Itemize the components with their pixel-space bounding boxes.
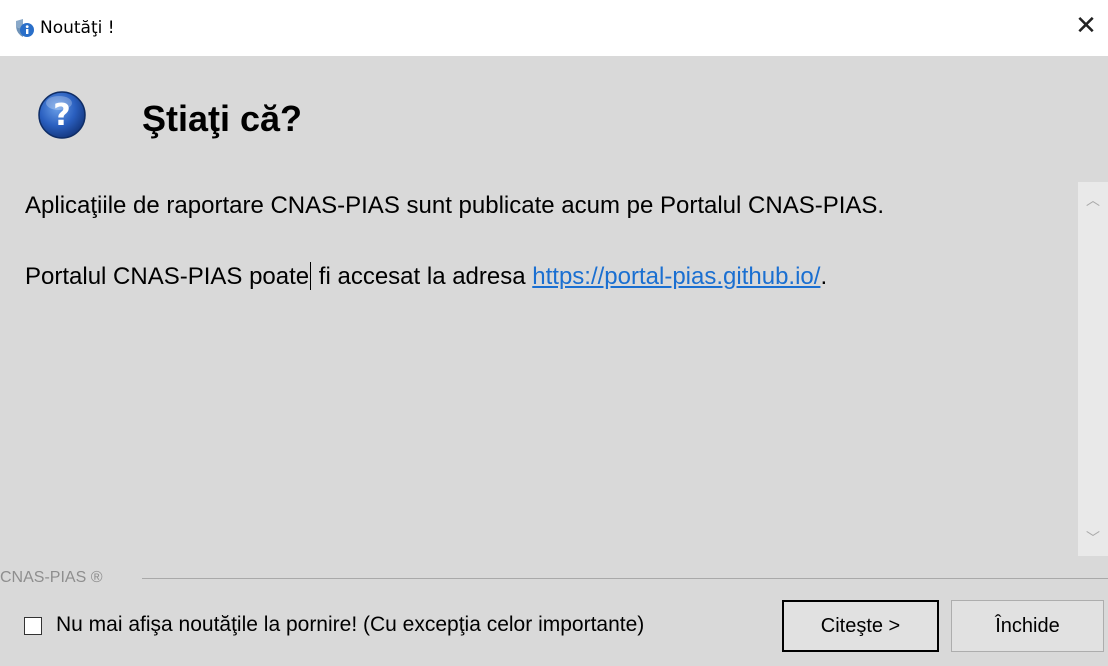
scroll-up-icon[interactable]: ︿ — [1078, 186, 1108, 216]
group-label: CNAS-PIAS ® — [0, 569, 107, 587]
paragraph-2-text-middle: fi accesat la adresa — [312, 263, 533, 290]
news-content-area[interactable]: Aplicaţiile de raportare CNAS-PIAS sunt … — [0, 182, 1078, 556]
group-divider — [142, 578, 1108, 579]
portal-link[interactable]: https://portal-pias.github.io/ — [532, 263, 820, 290]
text-caret — [310, 262, 312, 290]
dialog-heading: Ştiaţi că? — [142, 98, 303, 139]
news-paragraph-2: Portalul CNAS-PIAS poate fi accesat la a… — [25, 262, 827, 291]
read-button[interactable]: Citeşte > — [782, 600, 939, 652]
paragraph-2-text-end: . — [820, 263, 828, 290]
dont-show-news-label[interactable]: Nu mai afişa noutăţile la pornire! (Cu e… — [56, 613, 644, 637]
vertical-scrollbar[interactable]: ︿ ﹀ — [1078, 182, 1108, 556]
info-shield-icon — [13, 17, 35, 39]
title-bar: Noutăţi ! ✕ — [0, 0, 1108, 56]
question-icon: ? — [37, 90, 87, 140]
scroll-down-icon[interactable]: ﹀ — [1078, 524, 1108, 554]
svg-text:?: ? — [53, 98, 70, 133]
close-button[interactable]: Închide — [951, 600, 1104, 652]
news-paragraph-1: Aplicaţiile de raportare CNAS-PIAS sunt … — [25, 192, 885, 219]
close-window-button[interactable]: ✕ — [1064, 6, 1108, 46]
dont-show-news-checkbox[interactable] — [24, 617, 42, 635]
paragraph-2-text-start: Portalul CNAS-PIAS poate — [25, 263, 310, 290]
window-title: Noutăţi ! — [40, 18, 115, 38]
